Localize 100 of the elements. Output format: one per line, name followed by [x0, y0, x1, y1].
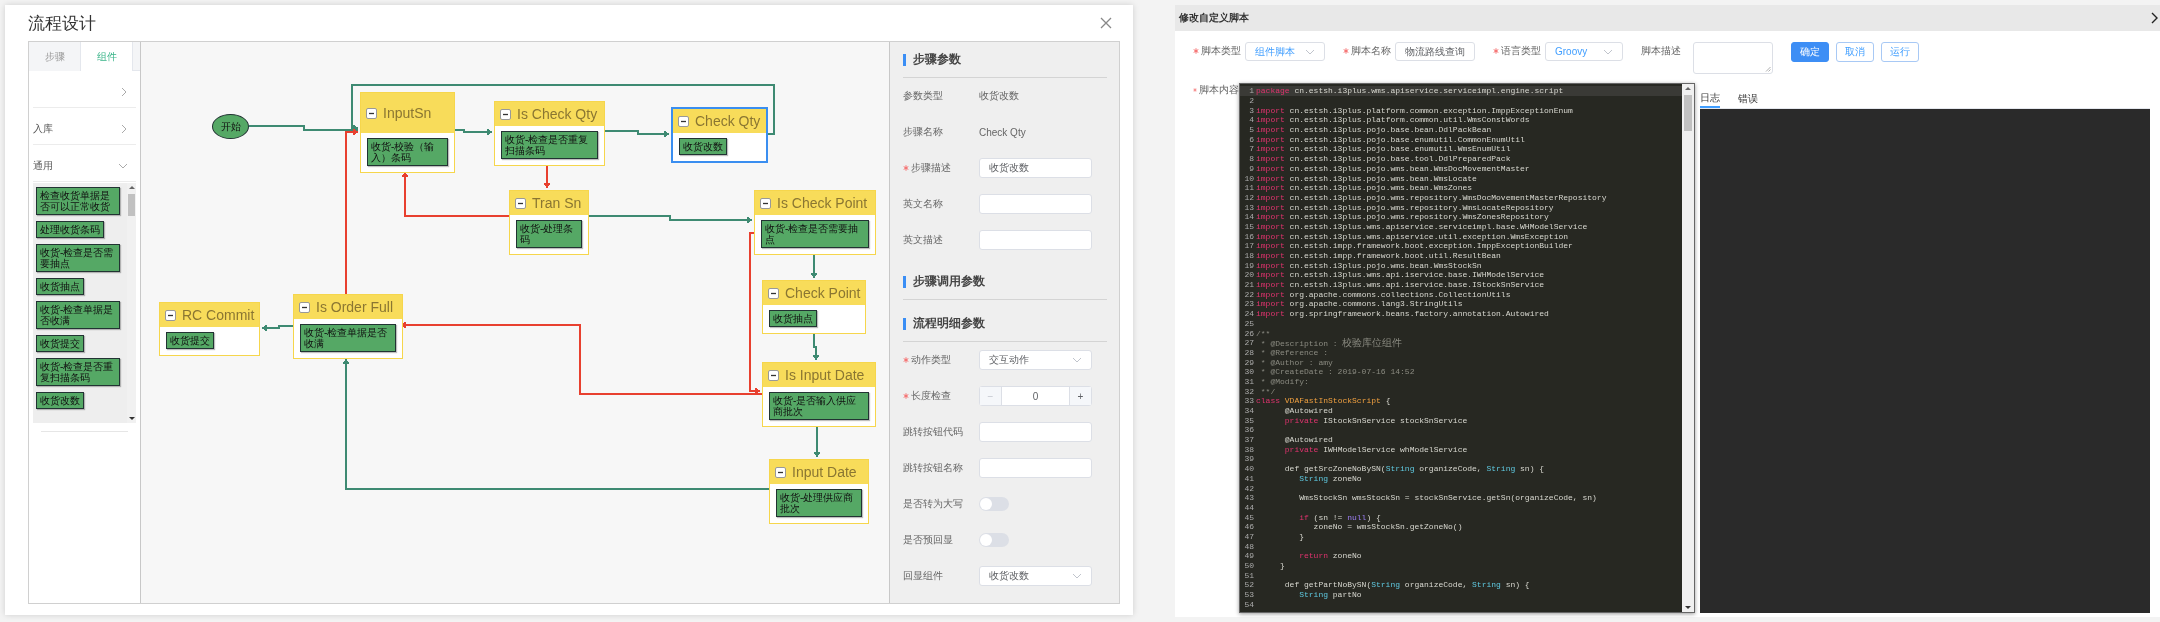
component-item[interactable]: 收货-处理条码: [516, 220, 582, 248]
field-label: 脚本描述: [1641, 44, 1681, 58]
collapse-icon[interactable]: [366, 107, 377, 119]
input-field[interactable]: [979, 194, 1092, 214]
line-number: 42: [1243, 483, 1255, 493]
component-item[interactable]: 收货提交: [36, 335, 84, 352]
component-item[interactable]: 收货-检查是否重复扫描条码: [501, 131, 598, 159]
line-number: 23: [1243, 299, 1255, 309]
field-label: 步骤名称: [903, 125, 943, 139]
flow-node[interactable]: Is Check Qty 收货-检查是否重复扫描条码: [494, 101, 605, 166]
component-item[interactable]: 收货-是否输入供应商批次: [769, 392, 869, 420]
line-number: 10: [1243, 173, 1255, 183]
scrollbar[interactable]: [127, 183, 136, 423]
code-editor[interactable]: [1239, 83, 1695, 613]
start-node[interactable]: 开始: [212, 114, 249, 139]
line-number: 49: [1243, 551, 1255, 561]
input-field[interactable]: [979, 422, 1092, 442]
component-item[interactable]: 收货抽点: [36, 278, 84, 295]
menu-item[interactable]: 通用: [33, 151, 136, 182]
collapse-icon[interactable]: [515, 197, 526, 209]
scrollbar[interactable]: [1682, 84, 1694, 612]
collapse-icon[interactable]: [760, 197, 771, 209]
line-number: 30: [1243, 367, 1255, 377]
input-field[interactable]: [979, 458, 1092, 478]
flow-node[interactable]: Tran Sn 收货-处理条码: [509, 190, 589, 255]
field-label: 是否预回显: [903, 533, 953, 547]
close-icon[interactable]: [1099, 16, 1113, 30]
code-line: @Autowired: [1283, 435, 1333, 445]
code-line: import cn.estsh.i3plus.pojo.base.tool.DdlPreparedPack: [1256, 154, 1511, 164]
component-item[interactable]: 收货-检查单据是否收满: [300, 324, 396, 352]
code-line: package cn.estsh.i3plus.wms.apiservice.serviceimpl.engine.script: [1256, 86, 1564, 96]
line-number: 1: [1248, 86, 1255, 96]
code-line: * @Description : 校验库位组件: [1259, 337, 1403, 348]
line-number: 3: [1248, 105, 1255, 115]
plus-button[interactable]: +: [1069, 387, 1091, 405]
section-title: 步骤调用参数: [913, 273, 985, 290]
component-item[interactable]: 收货抽点: [769, 310, 817, 327]
component-item[interactable]: 收货-检查是否需要抽点: [761, 220, 869, 248]
button[interactable]: 确定: [1791, 42, 1829, 62]
code-line: import cn.estsh.i3plus.pojo.wms.repository.WmsLocateRepository: [1256, 202, 1554, 212]
toggle-switch[interactable]: [979, 497, 1009, 511]
number-input[interactable]: − 0 +: [979, 386, 1092, 406]
field-label: 是否转为大写: [903, 497, 963, 511]
line-number: 22: [1243, 289, 1255, 299]
code-line: String partNo: [1298, 590, 1362, 600]
field-label: 回显组件: [903, 569, 943, 583]
flow-node[interactable]: Check Point 收货抽点: [762, 280, 867, 334]
collapse-icon[interactable]: [165, 309, 176, 321]
tab[interactable]: 错误: [1738, 83, 1758, 108]
code-line: @Autowired: [1283, 406, 1333, 416]
collapse-icon[interactable]: [768, 369, 779, 381]
line-number: 43: [1243, 493, 1255, 503]
collapse-icon[interactable]: [500, 108, 511, 120]
collapse-icon[interactable]: [299, 301, 310, 313]
section-marker: [903, 275, 906, 288]
field-label: 步骤描述: [911, 161, 951, 175]
resize-grip-icon[interactable]: [1765, 66, 1771, 72]
flow-node[interactable]: InputSn 收货-校验（输入）条码: [360, 92, 455, 173]
chevron-icon[interactable]: [2150, 12, 2158, 24]
flow-node[interactable]: Input Date 收货-处理供应商批次: [769, 459, 869, 524]
input-field[interactable]: 物流路线查询: [1395, 42, 1475, 61]
code-line: import cn.estsh.i3plus.pojo.wms.repository.WmsDocMovementMasterRepository: [1256, 192, 1607, 202]
menu-item[interactable]: 入库: [33, 114, 136, 145]
component-item[interactable]: 处理收货条码: [36, 221, 104, 238]
component-item[interactable]: 收货-处理供应商批次: [776, 489, 862, 517]
select-field[interactable]: 收货改数: [979, 566, 1092, 586]
line-number: 11: [1243, 183, 1255, 193]
flow-node[interactable]: Is Input Date 收货-是否输入供应商批次: [762, 362, 876, 427]
caret-icon: [1072, 572, 1082, 580]
flow-node[interactable]: RC Commit 收货提交: [159, 302, 261, 356]
flow-node[interactable]: Is Order Full 收货-检查单据是否收满: [293, 294, 403, 359]
collapse-icon[interactable]: [775, 466, 786, 478]
line-number: 18: [1243, 251, 1255, 261]
code-line: if (sn != null) {: [1298, 512, 1381, 522]
component-item[interactable]: 收货-检查单据是否收满: [36, 301, 120, 329]
component-item[interactable]: 检查收货单据是否可以正常收货: [36, 187, 120, 215]
component-item[interactable]: 收货提交: [166, 332, 214, 349]
select-field[interactable]: 交互动作: [979, 350, 1092, 370]
collapse-icon[interactable]: [678, 115, 689, 127]
line-number: 25: [1243, 318, 1255, 328]
line-number: 54: [1243, 599, 1255, 609]
input-field[interactable]: [979, 230, 1092, 250]
toggle-switch[interactable]: [979, 533, 1009, 547]
component-item[interactable]: 收货-检查是否重复扫描条码: [36, 358, 120, 386]
line-number: 48: [1243, 541, 1255, 551]
line-number: 53: [1243, 590, 1255, 600]
component-item[interactable]: 收货改数: [679, 138, 727, 155]
line-number: 47: [1243, 531, 1255, 541]
window-title: 流程设计: [28, 12, 96, 35]
node-title: RC Commit: [182, 307, 255, 323]
collapse-icon[interactable]: [768, 287, 779, 299]
flow-node[interactable]: Check Qty 收货改数: [671, 107, 768, 163]
input-field[interactable]: 收货改数: [979, 158, 1092, 178]
flow-node[interactable]: Is Check Point 收货-检查是否需要抽点: [754, 190, 876, 255]
component-item[interactable]: 收货-校验（输入）条码: [367, 138, 448, 166]
line-number: 9: [1248, 163, 1255, 173]
component-item[interactable]: 收货改数: [36, 392, 84, 409]
code-line: private IWHModelService whModelService: [1283, 444, 1468, 454]
component-item[interactable]: 收货-检查是否需要抽点: [36, 244, 120, 272]
code-line: def getPartNoBySN(String organizeCode, String sn) {: [1283, 580, 1530, 590]
